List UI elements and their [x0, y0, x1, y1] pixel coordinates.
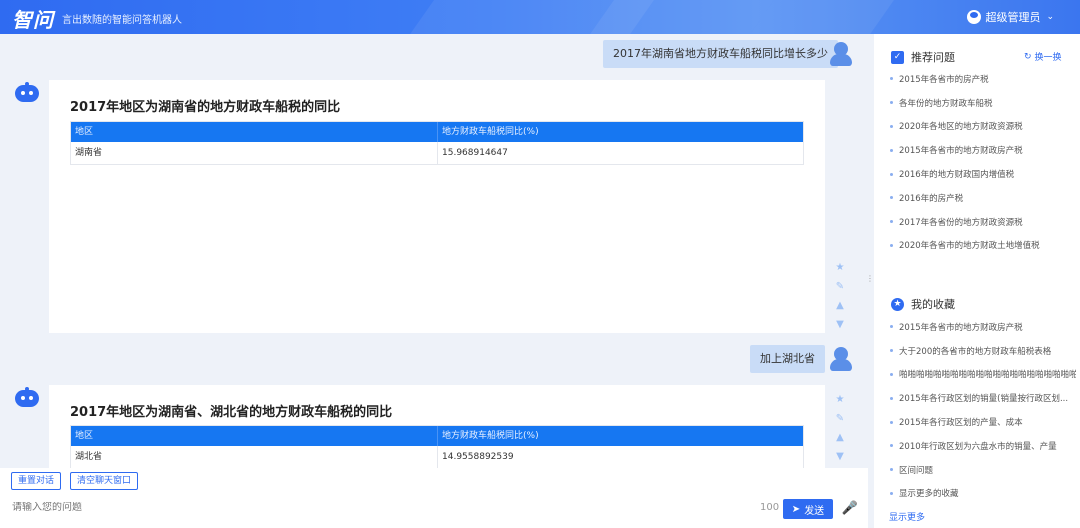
thumbs-up-icon[interactable]: ▲: [832, 430, 848, 446]
question-input[interactable]: [12, 502, 712, 513]
favorite-item[interactable]: 区间问题: [890, 458, 1076, 482]
column-header: 地方财政车船税同比(%): [442, 127, 539, 137]
column-header: 地区: [71, 426, 438, 446]
recommended-item[interactable]: 各年份的地方财政车船税: [890, 91, 1076, 115]
microphone-icon[interactable]: 🎤: [841, 498, 859, 520]
clear-chat-button[interactable]: 清空聊天窗口: [70, 472, 139, 490]
send-label: 发送: [804, 505, 825, 517]
user-avatar-icon: [829, 345, 853, 373]
user-avatar-icon: [829, 40, 853, 68]
table-cell: 14.9558892539: [442, 452, 514, 462]
favorite-item[interactable]: 啪啪啪啪啪啪啪啪啪啪啪啪啪啪啪啪啪啪啪啪啪啪啪啪啪啪啪啪啪啪啪啪: [890, 363, 1076, 387]
favorites-list: 2015年各省市的地方财政房产税 大于200的各省市的地方财政车船税表格 啪啪啪…: [890, 315, 1076, 505]
edit-icon[interactable]: ✎: [832, 279, 848, 295]
table-header: 地区 地方财政车船税同比(%): [71, 122, 803, 142]
answer-card: 2017年地区为湖南省的地方财政车船税的同比 地区 地方财政车船税同比(%) 湖…: [49, 80, 825, 333]
robot-avatar-icon: [14, 82, 40, 104]
user-message-bubble: 2017年湖南省地方财政车船税同比增长多少: [603, 40, 838, 68]
column-header: 地方财政车船税同比(%): [442, 431, 539, 441]
top-header: 智问 言出数随的智能问答机器人 超级管理员 ⌄: [0, 0, 1080, 34]
recommended-title: 推荐问题: [911, 51, 955, 64]
panel-divider-handle[interactable]: ⋮: [866, 274, 874, 283]
table-cell: 湖南省: [71, 142, 438, 164]
table-header: 地区 地方财政车船税同比(%): [71, 426, 803, 446]
user-avatar-icon: [967, 10, 982, 24]
send-button[interactable]: ➤ 发送: [783, 499, 833, 519]
send-icon: ➤: [791, 503, 801, 515]
chat-area[interactable]: 2017年湖南省地方财政车船税同比增长多少 2017年地区为湖南省的地方财政车船…: [0, 34, 868, 468]
recommended-item[interactable]: 2020年各地区的地方财政资源税: [890, 115, 1076, 139]
shield-check-icon: ✓: [891, 50, 904, 64]
recommended-item[interactable]: 2016年的房产税: [890, 186, 1076, 210]
star-icon: ★: [891, 297, 904, 311]
recommended-list: 2015年各省市的房产税 各年份的地方财政车船税 2020年各地区的地方财政资源…: [890, 67, 1076, 257]
answer-table: 地区 地方财政车船税同比(%) 湖南省 15.968914647: [70, 121, 804, 165]
recommended-item[interactable]: 2015年各省市的地方财政房产税: [890, 138, 1076, 162]
right-sidebar: ✓ 推荐问题 ↻ 换一换 2015年各省市的房产税 各年份的地方财政车船税 20…: [874, 34, 1080, 528]
user-message-bubble: 加上湖北省: [750, 345, 825, 373]
favorite-item[interactable]: 2015年各行政区划的销量(销量按行政区划...: [890, 386, 1076, 410]
answer-actions: ★ ✎ ▲ ▼: [832, 392, 848, 465]
favorite-item[interactable]: 2015年各省市的地方财政房产税: [890, 315, 1076, 339]
favorite-item[interactable]: 2015年各行政区划的产量、成本: [890, 410, 1076, 434]
favorite-item[interactable]: 显示更多的收藏: [890, 482, 1076, 506]
answer-card: 2017年地区为湖南省、湖北省的地方财政车船税的同比 地区 地方财政车船税同比(…: [49, 385, 825, 468]
refresh-button[interactable]: ↻ 换一换: [1024, 50, 1062, 64]
thumbs-down-icon[interactable]: ▼: [832, 317, 848, 333]
favorites-title: 我的收藏: [911, 298, 955, 311]
chevron-down-icon: ⌄: [1046, 12, 1054, 22]
answer-table: 地区 地方财政车船税同比(%) 湖北省 14.9558892539: [70, 425, 804, 468]
refresh-icon: ↻: [1024, 51, 1032, 62]
app-slogan: 言出数随的智能问答机器人: [62, 15, 182, 26]
star-icon[interactable]: ★: [832, 392, 848, 408]
thumbs-down-icon[interactable]: ▼: [832, 449, 848, 465]
reset-conversation-button[interactable]: 重置对话: [11, 472, 62, 490]
show-more-link[interactable]: 显示更多: [889, 510, 925, 523]
edit-icon[interactable]: ✎: [832, 411, 848, 427]
favorites-header: ★ 我的收藏: [891, 296, 955, 312]
robot-avatar-icon: [14, 387, 40, 409]
user-name: 超级管理员: [985, 11, 1041, 24]
table-cell: 15.968914647: [442, 148, 508, 158]
star-icon[interactable]: ★: [832, 260, 848, 276]
recommended-header: ✓ 推荐问题: [891, 49, 955, 65]
recommended-item[interactable]: 2017年各省份的地方财政资源税: [890, 210, 1076, 234]
column-header: 地区: [71, 122, 438, 142]
answer-title: 2017年地区为湖南省、湖北省的地方财政车船税的同比: [70, 405, 393, 420]
user-menu[interactable]: 超级管理员 ⌄: [967, 9, 1054, 25]
recommended-item[interactable]: 2016年的地方财政国内增值税: [890, 162, 1076, 186]
recommended-item[interactable]: 2015年各省市的房产税: [890, 67, 1076, 91]
recommended-item[interactable]: 2020年各省市的地方财政土地增值税: [890, 234, 1076, 258]
refresh-label: 换一换: [1034, 53, 1062, 63]
favorite-item[interactable]: 2010年行政区划为六盘水市的销量、产量: [890, 434, 1076, 458]
char-counter: 100: [760, 502, 780, 513]
answer-title: 2017年地区为湖南省的地方财政车船税的同比: [70, 100, 341, 115]
app-logo: 智问: [12, 8, 54, 32]
table-row: 湖南省 15.968914647: [71, 142, 803, 164]
input-area: 重置对话 清空聊天窗口 100 ➤ 发送 🎤: [0, 468, 868, 528]
favorite-item[interactable]: 大于200的各省市的地方财政车船税表格: [890, 339, 1076, 363]
table-cell: 湖北省: [71, 446, 438, 468]
thumbs-up-icon[interactable]: ▲: [832, 298, 848, 314]
answer-actions: ★ ✎ ▲ ▼: [832, 260, 848, 333]
